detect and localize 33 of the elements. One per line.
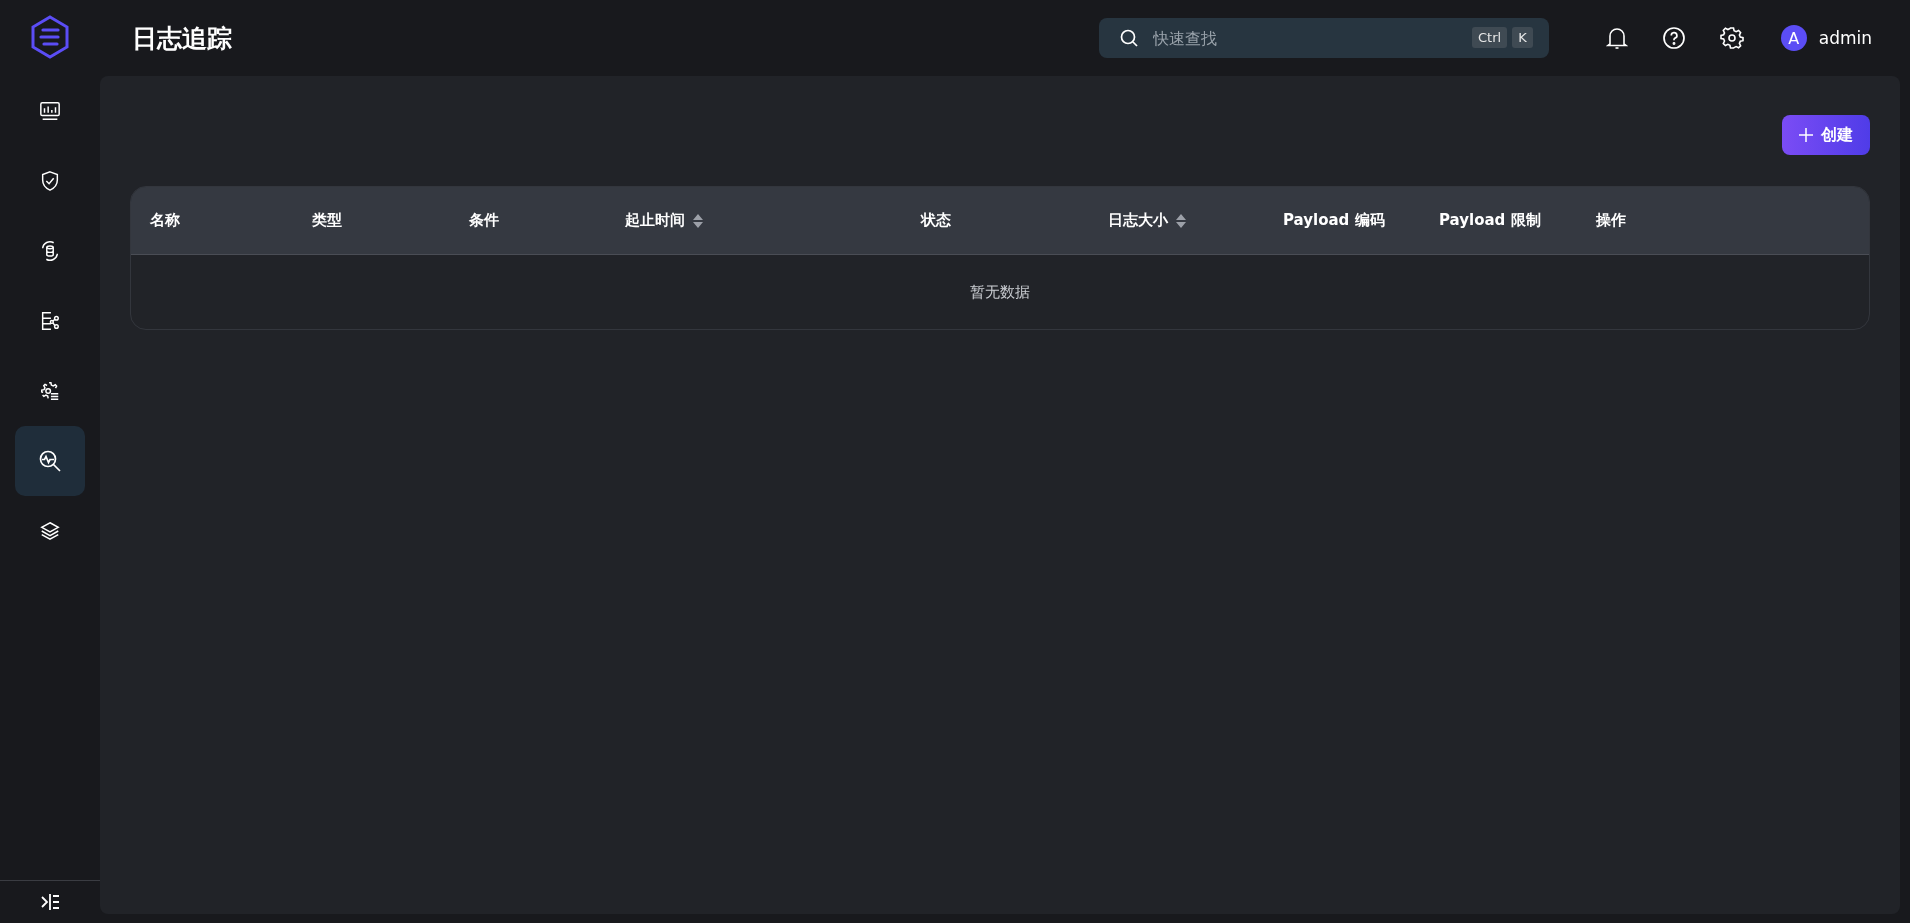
layers-icon	[39, 520, 61, 542]
empty-message: 暂无数据	[970, 282, 1030, 302]
settings-icon[interactable]	[1719, 26, 1744, 50]
column-header: 操作	[1596, 211, 1626, 230]
shortcut-key: K	[1512, 27, 1533, 48]
shield-check-icon	[39, 170, 61, 192]
server-share-icon	[39, 310, 61, 332]
monitor-chart-icon	[39, 100, 61, 122]
sidebar-item[interactable]	[15, 426, 85, 496]
search-pulse-icon	[38, 449, 62, 473]
sort-icon[interactable]	[693, 213, 703, 228]
sort-icon[interactable]	[1176, 213, 1186, 228]
column-header: 名称	[150, 211, 180, 230]
column-header: 状态	[921, 211, 951, 230]
column-header: 类型	[312, 211, 342, 230]
gear-list-icon	[39, 380, 61, 402]
column-header[interactable]: 日志大小	[1108, 211, 1168, 230]
logo-icon	[29, 14, 71, 60]
plus-icon	[1799, 128, 1813, 142]
help-icon[interactable]	[1661, 26, 1686, 50]
page-title: 日志追踪	[132, 22, 233, 55]
database-sync-icon	[39, 240, 61, 262]
expand-sidebar-icon[interactable]	[39, 892, 61, 912]
column-header: Payload 限制	[1439, 211, 1541, 230]
notification-bell-icon[interactable]	[1605, 26, 1628, 50]
user-name[interactable]: admin	[1818, 28, 1872, 48]
shortcut-key: Ctrl	[1472, 27, 1508, 48]
user-avatar[interactable]: A	[1780, 25, 1807, 51]
column-header: 条件	[469, 211, 499, 230]
column-header[interactable]: 起止时间	[625, 211, 685, 230]
create-button[interactable]: 创建	[1782, 115, 1870, 155]
search-icon	[1118, 28, 1139, 48]
column-header: Payload 编码	[1283, 211, 1385, 230]
